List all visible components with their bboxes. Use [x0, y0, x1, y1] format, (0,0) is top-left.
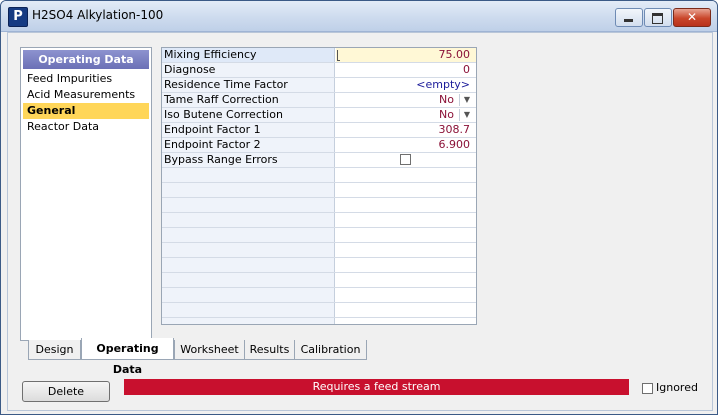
app-icon: P [8, 7, 28, 27]
tab-design[interactable]: Design [28, 340, 81, 360]
row-label: Tame Raff Correction [162, 93, 335, 107]
nav-item-general[interactable]: General [23, 103, 149, 119]
bypass-range-errors-checkbox[interactable] [400, 154, 411, 165]
minimize-button[interactable] [615, 8, 643, 27]
grid-row-endpoint-factor-2[interactable]: Endpoint Factor 2 6.900 [162, 138, 476, 153]
row-label: Bypass Range Errors [162, 153, 335, 167]
nav-item-reactor-data[interactable]: Reactor Data [23, 119, 149, 135]
tab-calibration[interactable]: Calibration [294, 340, 367, 360]
side-navigation: Operating Data Feed Impurities Acid Meas… [20, 47, 152, 341]
property-grid: Mixing Efficiency 75.00 Diagnose 0 Resid… [161, 47, 477, 325]
tab-operating-data[interactable]: Operating Data [81, 338, 174, 376]
tame-raff-correction-select[interactable]: No ▼ [336, 93, 476, 107]
grid-row-residence-time-factor[interactable]: Residence Time Factor <empty> [162, 78, 476, 93]
diagnose-value[interactable]: 0 [336, 63, 476, 77]
row-label: Mixing Efficiency [162, 48, 335, 62]
grid-row-diagnose[interactable]: Diagnose 0 [162, 63, 476, 78]
delete-button[interactable]: Delete [22, 381, 110, 402]
empty-row [162, 183, 476, 198]
title-bar[interactable]: P H2SO4 Alkylation-100 ✕ [1, 1, 717, 32]
empty-row [162, 288, 476, 303]
window: P H2SO4 Alkylation-100 ✕ Operating Data … [0, 0, 718, 415]
grid-row-iso-butene-correction[interactable]: Iso Butene Correction No ▼ [162, 108, 476, 123]
minimize-icon [624, 19, 633, 22]
empty-row [162, 243, 476, 258]
empty-row [162, 318, 476, 324]
ignored-checkbox[interactable] [642, 382, 653, 394]
empty-row [162, 258, 476, 273]
empty-row [162, 273, 476, 288]
bypass-range-errors-cell [336, 153, 476, 167]
row-label: Endpoint Factor 1 [162, 123, 335, 137]
nav-item-feed-impurities[interactable]: Feed Impurities [23, 71, 149, 87]
residence-time-factor-value[interactable]: <empty> [336, 78, 476, 92]
grid-row-tame-raff-correction[interactable]: Tame Raff Correction No ▼ [162, 93, 476, 108]
chevron-down-icon[interactable]: ▼ [459, 109, 474, 121]
endpoint-factor-2-value[interactable]: 6.900 [336, 138, 476, 152]
window-title: H2SO4 Alkylation-100 [32, 8, 164, 22]
maximize-icon [652, 13, 663, 24]
close-icon: ✕ [686, 10, 698, 24]
nav-item-acid-measurements[interactable]: Acid Measurements [23, 87, 149, 103]
endpoint-factor-1-value[interactable]: 308.7 [336, 123, 476, 137]
grid-row-endpoint-factor-1[interactable]: Endpoint Factor 1 308.7 [162, 123, 476, 138]
maximize-button[interactable] [644, 8, 672, 27]
empty-row [162, 198, 476, 213]
content-area: Operating Data Feed Impurities Acid Meas… [7, 32, 713, 411]
nav-header: Operating Data [23, 50, 149, 69]
iso-butene-correction-select[interactable]: No ▼ [336, 108, 476, 122]
empty-row [162, 213, 476, 228]
grid-row-bypass-range-errors[interactable]: Bypass Range Errors [162, 153, 476, 168]
empty-row [162, 303, 476, 318]
row-label: Iso Butene Correction [162, 108, 335, 122]
row-label: Endpoint Factor 2 [162, 138, 335, 152]
tab-results[interactable]: Results [244, 340, 295, 360]
ignored-toggle[interactable]: Ignored [642, 381, 698, 395]
ignored-label: Ignored [656, 381, 698, 394]
mixing-efficiency-value[interactable]: 75.00 [336, 48, 476, 62]
text-caret [337, 50, 340, 61]
empty-row [162, 168, 476, 183]
tab-worksheet[interactable]: Worksheet [174, 340, 245, 360]
status-bar: Requires a feed stream [124, 379, 629, 395]
row-label: Residence Time Factor [162, 78, 335, 92]
grid-row-mixing-efficiency[interactable]: Mixing Efficiency 75.00 [162, 48, 476, 63]
row-label: Diagnose [162, 63, 335, 77]
empty-row [162, 228, 476, 243]
close-button[interactable]: ✕ [673, 8, 711, 27]
chevron-down-icon[interactable]: ▼ [459, 94, 474, 106]
